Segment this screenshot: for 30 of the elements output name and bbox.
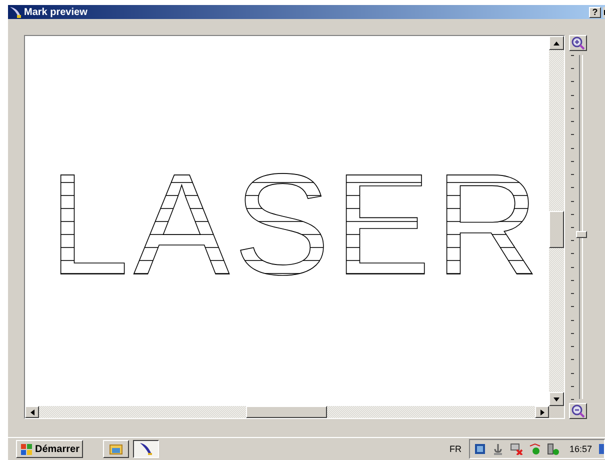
zoom-slider[interactable] bbox=[568, 55, 588, 399]
window-title: Mark preview bbox=[24, 6, 88, 18]
zoom-out-button[interactable] bbox=[569, 403, 587, 419]
vertical-scrollbar[interactable] bbox=[549, 36, 564, 406]
help-button[interactable]: ? bbox=[589, 6, 601, 18]
folder-icon bbox=[109, 443, 124, 455]
desktop-icon[interactable] bbox=[598, 443, 604, 455]
slider-thumb[interactable] bbox=[576, 230, 587, 238]
zoom-in-icon bbox=[571, 36, 585, 50]
scrollbar-corner bbox=[549, 406, 564, 418]
zoom-in-button[interactable] bbox=[569, 35, 587, 51]
clock: 16:57 bbox=[569, 444, 592, 454]
language-indicator[interactable]: FR bbox=[449, 444, 462, 454]
scroll-right-arrow-icon bbox=[540, 408, 544, 416]
network-error-icon[interactable] bbox=[510, 443, 524, 455]
network-icon[interactable] bbox=[474, 443, 486, 455]
scroll-thumb[interactable] bbox=[246, 406, 327, 418]
mark-text: LASER bbox=[49, 144, 539, 305]
scroll-thumb[interactable] bbox=[549, 211, 564, 248]
battery-check-icon[interactable] bbox=[547, 443, 560, 455]
horizontal-scrollbar[interactable] bbox=[25, 406, 549, 418]
zoom-out-icon bbox=[571, 404, 585, 418]
scroll-down-arrow-icon bbox=[553, 396, 560, 402]
app-icon bbox=[10, 6, 22, 18]
scroll-left-arrow-icon bbox=[30, 408, 34, 416]
feather-icon bbox=[139, 442, 154, 456]
windows-logo-icon bbox=[20, 444, 33, 454]
scroll-up-arrow-icon bbox=[553, 40, 560, 46]
taskbar-button[interactable] bbox=[133, 440, 160, 458]
start-button[interactable]: Démarrer bbox=[16, 440, 84, 458]
